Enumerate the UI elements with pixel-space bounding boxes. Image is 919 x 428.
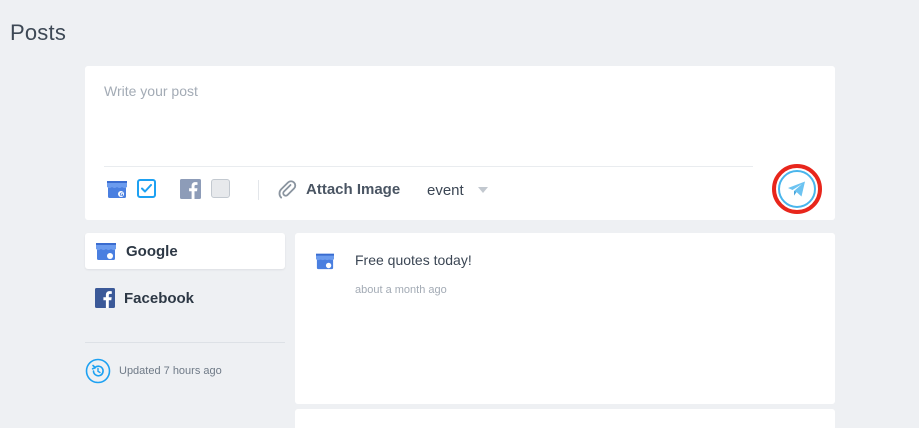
refresh-icon: [85, 358, 111, 384]
facebook-icon: [95, 288, 115, 308]
sidebar-item-facebook[interactable]: Facebook: [85, 280, 285, 316]
sidebar-item-google[interactable]: Google: [85, 233, 285, 269]
post-card: Free quotes today! about a month ago: [295, 233, 835, 404]
post-composer: G Attach Image event: [85, 66, 835, 220]
google-my-business-icon: G: [107, 181, 127, 198]
attach-image-label: Attach Image: [306, 180, 401, 198]
page-title: Posts: [10, 20, 67, 45]
attach-image-button[interactable]: Attach Image: [277, 178, 400, 200]
sidebar-divider: [85, 342, 285, 343]
post-timestamp: about a month ago: [355, 284, 447, 296]
svg-text:G: G: [120, 192, 124, 198]
chevron-down-icon: [477, 187, 488, 193]
checkmark-icon: [141, 184, 152, 193]
post-input[interactable]: [104, 83, 754, 143]
google-my-business-icon: [316, 253, 334, 270]
facebook-icon: [180, 179, 201, 199]
google-my-business-icon: [96, 243, 116, 260]
google-checkbox[interactable]: [137, 179, 156, 198]
post-card: [295, 409, 835, 428]
paper-plane-icon: [788, 181, 805, 197]
paperclip-icon: [278, 180, 297, 199]
send-post-button[interactable]: [778, 170, 816, 208]
sidebar-item-label: Google: [126, 242, 178, 260]
last-updated-text: Updated 7 hours ago: [119, 365, 222, 377]
toolbar-divider: [258, 180, 259, 200]
post-type-select[interactable]: event: [427, 180, 488, 200]
post-text: Free quotes today!: [355, 252, 472, 268]
post-type-value: event: [427, 181, 464, 199]
refresh-button[interactable]: Updated 7 hours ago: [85, 358, 222, 384]
facebook-checkbox[interactable]: [211, 179, 230, 198]
sidebar-item-label: Facebook: [124, 289, 195, 307]
composer-divider: [104, 166, 753, 167]
